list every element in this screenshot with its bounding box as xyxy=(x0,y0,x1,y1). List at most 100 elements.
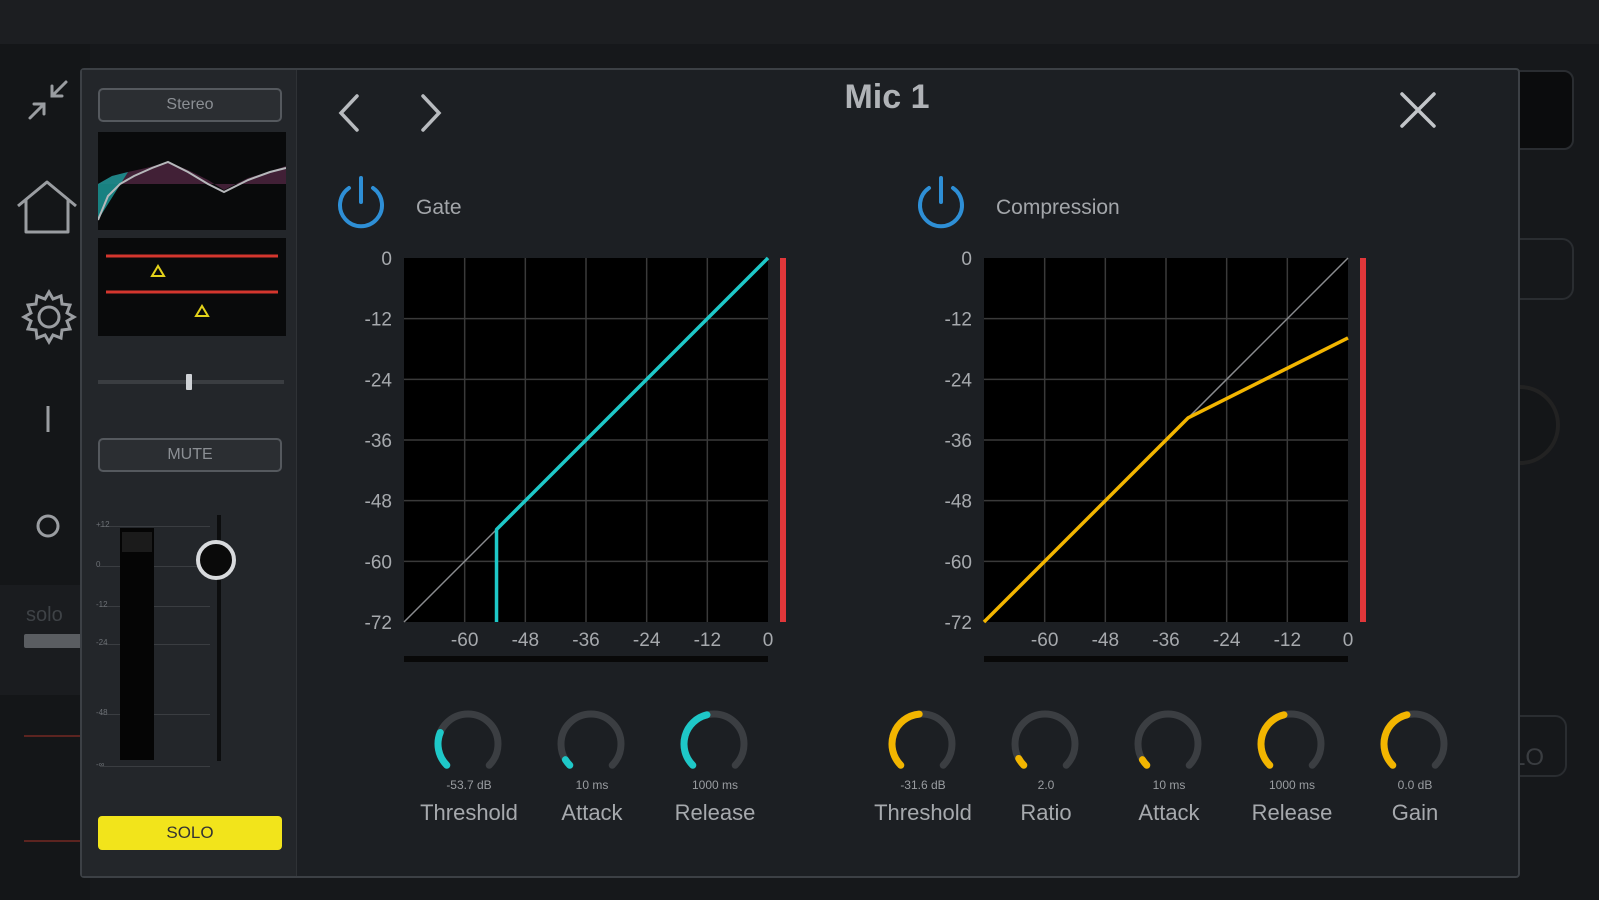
y-tick-label: -36 xyxy=(365,431,392,452)
y-tick-label: -12 xyxy=(945,310,972,331)
knob-dial[interactable] xyxy=(1003,702,1087,786)
knob-level-arc xyxy=(561,756,574,769)
home-icon[interactable] xyxy=(14,176,80,236)
y-tick-label: -36 xyxy=(945,431,972,452)
fader-scale-tick xyxy=(100,566,210,567)
knob-value: 0.0 dB xyxy=(1397,778,1433,792)
gate-power-icon[interactable] xyxy=(330,172,392,234)
close-icon[interactable] xyxy=(1392,84,1444,136)
knob-level-arc xyxy=(1138,756,1151,769)
knob-value: 10 ms xyxy=(575,778,609,792)
y-tick-label: -60 xyxy=(945,552,972,573)
fader-scale-tick xyxy=(100,714,210,715)
y-tick-label: -24 xyxy=(365,370,393,391)
knob-label: Threshold xyxy=(420,800,518,825)
knob-level-arc xyxy=(1380,711,1411,769)
gate-transfer-graph[interactable]: 0 -12 -24 -36 -48 -60 -72 -60 -48 -36 -24 -12 0 xyxy=(348,244,808,674)
knob-dial[interactable] xyxy=(880,702,964,786)
on-icon[interactable] xyxy=(44,404,52,434)
volume-fader-knob[interactable] xyxy=(196,540,236,580)
knob-label: Attack xyxy=(1138,800,1200,825)
y-tick-label: -72 xyxy=(945,613,972,634)
solo-button[interactable]: SOLO xyxy=(98,816,282,850)
knob-label: Release xyxy=(1251,800,1333,825)
x-tick-label: -36 xyxy=(572,630,599,651)
x-tick-label: -60 xyxy=(1031,630,1058,651)
knob-level-arc xyxy=(888,710,923,769)
channel-dynamics-dialog: Stereo MUTE +12 0 -12 -24 -48 -∞ SOLO Mic 1 xyxy=(80,68,1520,878)
collapse-icon[interactable] xyxy=(20,72,76,128)
knob-track xyxy=(1134,710,1202,769)
knob-level-arc xyxy=(1015,754,1028,769)
y-tick-label: -60 xyxy=(365,552,392,573)
fader-scale-label: -12 xyxy=(96,600,108,609)
y-tick-label: -48 xyxy=(945,492,972,513)
y-tick-label: -24 xyxy=(945,370,973,391)
output-meter xyxy=(1360,258,1366,622)
channel-strip-sidebar: Stereo MUTE +12 0 -12 -24 -48 -∞ SOLO xyxy=(82,70,297,876)
background-solo-bar xyxy=(24,634,84,648)
knob-label: Threshold xyxy=(874,800,972,825)
knob-level-arc xyxy=(1257,711,1288,769)
fader-scale-tick xyxy=(100,644,210,645)
pan-slider-thumb[interactable] xyxy=(186,374,192,390)
output-meter xyxy=(780,258,786,622)
y-tick-label: 0 xyxy=(961,249,972,270)
fader-scale-label: 0 xyxy=(96,560,101,569)
compression-power-icon[interactable] xyxy=(910,172,972,234)
fader-scale-tick xyxy=(100,526,210,527)
knob-dial[interactable] xyxy=(672,702,756,786)
mute-button[interactable]: MUTE xyxy=(98,438,282,472)
y-tick-label: -48 xyxy=(365,492,392,513)
background-solo-label: solo xyxy=(26,604,63,626)
knob-level-arc xyxy=(434,729,451,769)
knob-dial[interactable] xyxy=(549,702,633,786)
x-tick-label: -48 xyxy=(512,630,539,651)
knob-value: 10 ms xyxy=(1152,778,1186,792)
fader-scale-label: -48 xyxy=(96,708,108,717)
knob-dial[interactable] xyxy=(1249,702,1333,786)
fader-scale-tick xyxy=(100,606,210,607)
y-tick-label: -12 xyxy=(365,310,392,331)
knob-dial[interactable] xyxy=(1126,702,1210,786)
x-tick-label: -60 xyxy=(451,630,478,651)
background-red-line xyxy=(24,840,84,842)
knob-track xyxy=(557,710,625,769)
knob-track xyxy=(434,710,502,769)
gate-label: Gate xyxy=(416,196,462,219)
knob-value: -31.6 dB xyxy=(900,778,946,792)
knob-dial[interactable] xyxy=(426,702,510,786)
fader-scale-label: -24 xyxy=(96,638,108,647)
fader-scale-label: -∞ xyxy=(96,760,105,769)
compression-transfer-graph[interactable]: 0 -12 -24 -36 -48 -60 -72 -60 -48 -36 -24 -12 0 xyxy=(928,244,1388,674)
y-tick-label: -72 xyxy=(365,613,392,634)
off-icon[interactable] xyxy=(34,512,62,540)
background-top-bar xyxy=(0,0,1599,44)
x-tick-label: -24 xyxy=(1213,630,1241,651)
next-channel-icon[interactable] xyxy=(405,88,455,138)
knob-label: Release xyxy=(674,800,756,825)
eq-thumbnail[interactable] xyxy=(98,132,286,230)
knob-level-arc xyxy=(680,711,711,769)
background-red-line xyxy=(24,735,84,737)
x-tick-label: 0 xyxy=(763,630,774,651)
knob-dial[interactable] xyxy=(1372,702,1456,786)
fader-scale-label: +12 xyxy=(96,520,110,529)
previous-channel-icon[interactable] xyxy=(325,88,375,138)
gear-icon[interactable] xyxy=(20,288,78,346)
dynamics-thumbnail[interactable] xyxy=(98,238,286,336)
knob-label: Attack xyxy=(561,800,623,825)
background-left-strip xyxy=(0,44,90,900)
x-tick-label: -36 xyxy=(1152,630,1179,651)
level-meter-peak xyxy=(122,532,152,552)
knob-value: 1000 ms xyxy=(691,778,739,792)
knob-value: 2.0 xyxy=(1037,778,1055,792)
input-meter-bar xyxy=(984,656,1348,662)
stereo-mode-button[interactable]: Stereo xyxy=(98,88,282,122)
y-tick-label: 0 xyxy=(381,249,392,270)
knob-value: -53.7 dB xyxy=(446,778,492,792)
x-tick-label: -12 xyxy=(694,630,721,651)
knob-value: 1000 ms xyxy=(1268,778,1316,792)
fader-scale-tick xyxy=(100,766,210,767)
level-meter xyxy=(120,528,154,760)
